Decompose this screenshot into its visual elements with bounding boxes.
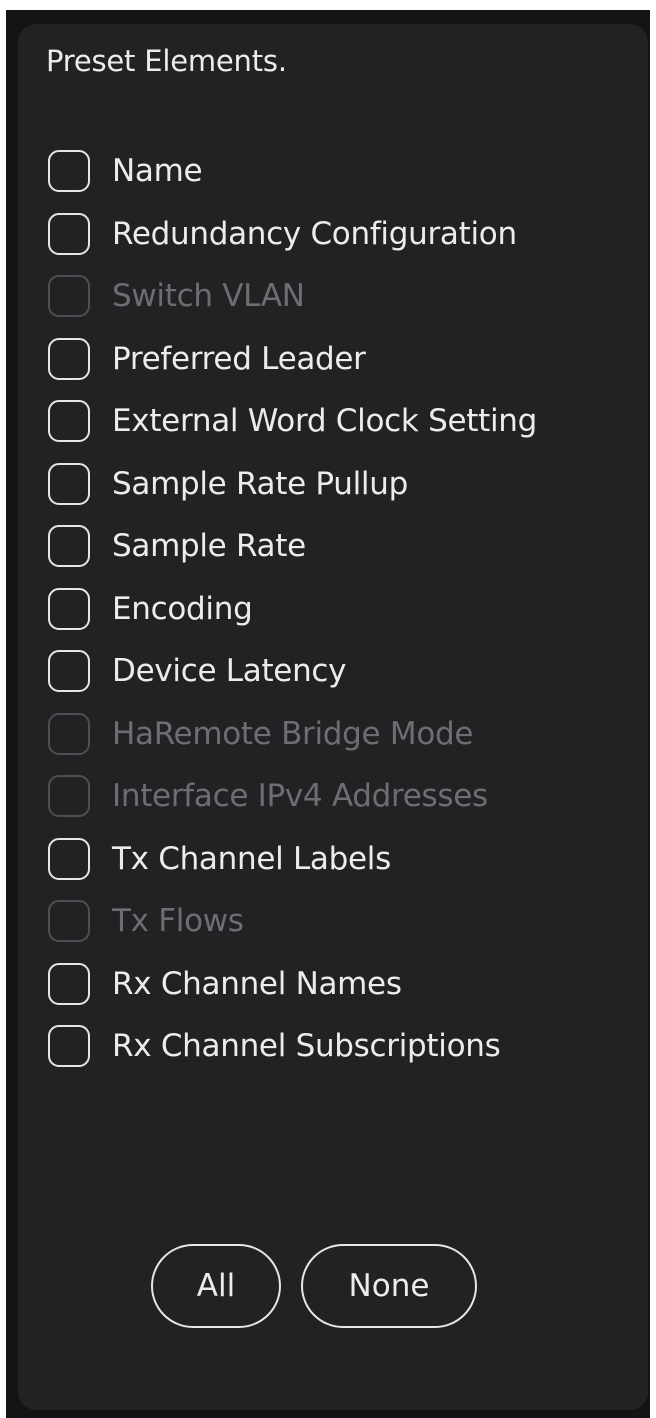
panel-title: Preset Elements. [46, 44, 287, 78]
preset-item-encoding[interactable]: Encoding [48, 578, 648, 641]
checkbox[interactable] [48, 337, 90, 380]
preset-item-tx-flows: Tx Flows [48, 890, 648, 953]
preset-item-sample-rate-pullup[interactable]: Sample Rate Pullup [48, 453, 648, 516]
preset-item-switch-vlan: Switch VLAN [48, 265, 648, 328]
checkbox[interactable] [48, 1025, 90, 1068]
preset-item-rx-channel-names[interactable]: Rx Channel Names [48, 953, 648, 1016]
preset-item-label: Sample Rate [112, 528, 306, 565]
checkbox[interactable] [48, 587, 90, 630]
preset-item-name[interactable]: Name [48, 140, 648, 203]
preset-item-external-word-clock-setting[interactable]: External Word Clock Setting [48, 390, 648, 453]
selection-buttons: All None [0, 1244, 656, 1328]
checkbox[interactable] [48, 462, 90, 505]
preset-item-tx-channel-labels[interactable]: Tx Channel Labels [48, 828, 648, 891]
preset-item-label: Switch VLAN [112, 278, 305, 315]
preset-item-interface-ipv4-addresses: Interface IPv4 Addresses [48, 765, 648, 828]
preset-item-label: Rx Channel Subscriptions [112, 1028, 501, 1065]
select-all-button[interactable]: All [151, 1244, 281, 1328]
preset-item-label: External Word Clock Setting [112, 403, 537, 440]
preset-item-haremote-bridge-mode: HaRemote Bridge Mode [48, 703, 648, 766]
checkbox[interactable] [48, 212, 90, 255]
preset-elements-list: Name Redundancy Configuration Switch VLA… [48, 140, 648, 1078]
preset-item-label: Redundancy Configuration [112, 215, 517, 252]
checkbox[interactable] [48, 150, 90, 193]
preset-item-label: Name [112, 153, 203, 190]
checkbox [48, 712, 90, 755]
preset-item-label: Encoding [112, 590, 253, 627]
checkbox [48, 275, 90, 318]
preset-item-label: Tx Flows [112, 903, 244, 940]
checkbox[interactable] [48, 400, 90, 443]
preset-item-label: Tx Channel Labels [112, 840, 391, 877]
preset-item-device-latency[interactable]: Device Latency [48, 640, 648, 703]
checkbox[interactable] [48, 837, 90, 880]
preset-item-label: Interface IPv4 Addresses [112, 778, 488, 815]
select-none-button[interactable]: None [301, 1244, 477, 1328]
preset-item-redundancy-configuration[interactable]: Redundancy Configuration [48, 203, 648, 266]
preset-item-label: Rx Channel Names [112, 965, 402, 1002]
checkbox[interactable] [48, 650, 90, 693]
checkbox[interactable] [48, 962, 90, 1005]
preset-item-label: Sample Rate Pullup [112, 465, 408, 502]
checkbox [48, 775, 90, 818]
preset-item-label: Preferred Leader [112, 340, 366, 377]
preset-item-preferred-leader[interactable]: Preferred Leader [48, 328, 648, 391]
preset-item-rx-channel-subscriptions[interactable]: Rx Channel Subscriptions [48, 1015, 648, 1078]
checkbox[interactable] [48, 525, 90, 568]
checkbox [48, 900, 90, 943]
preset-item-label: Device Latency [112, 653, 347, 690]
preset-item-label: HaRemote Bridge Mode [112, 715, 474, 752]
preset-item-sample-rate[interactable]: Sample Rate [48, 515, 648, 578]
